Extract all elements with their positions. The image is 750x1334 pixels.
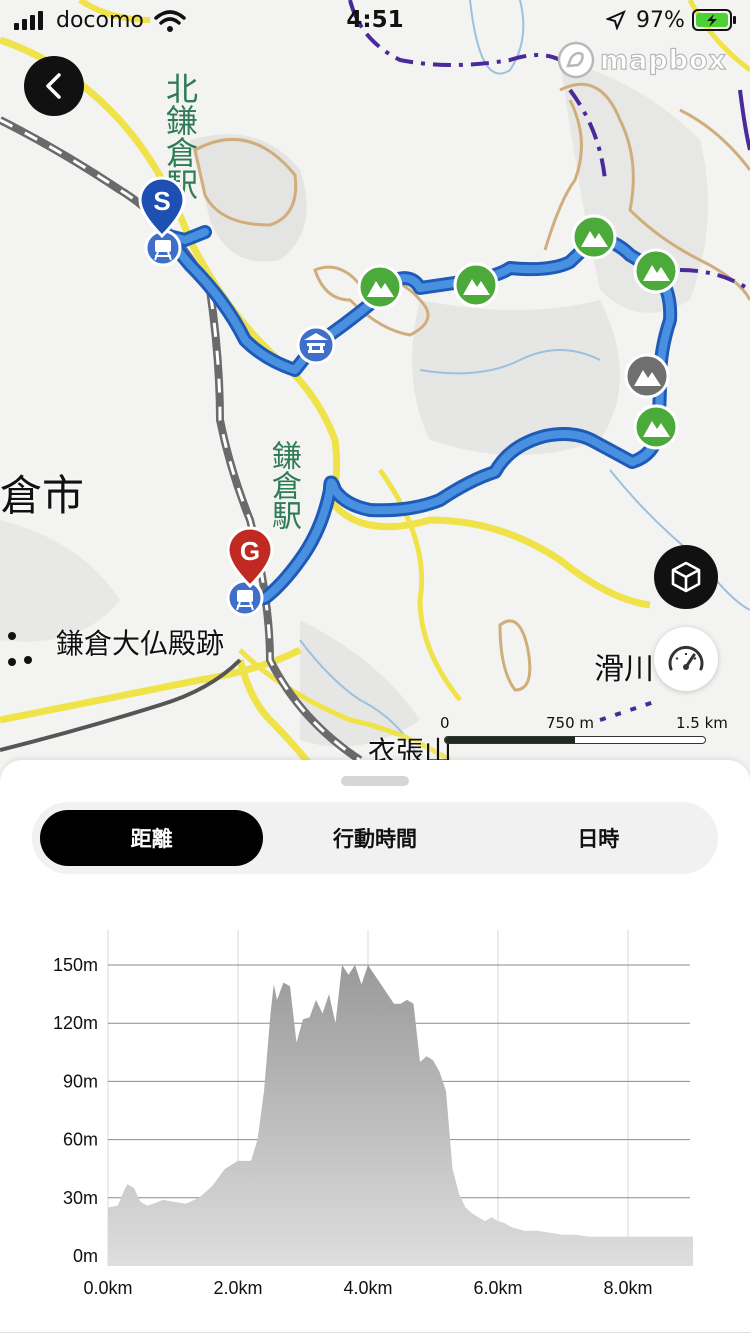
map-scale: 0 750 m 1.5 km bbox=[440, 714, 730, 754]
scale-label-max: 1.5 km bbox=[676, 714, 728, 732]
mapbox-wordmark: mapbox bbox=[599, 44, 727, 76]
scale-label-mid: 750 m bbox=[546, 714, 595, 732]
x-tick-label: 0.0km bbox=[83, 1278, 132, 1298]
y-tick-label: 30m bbox=[63, 1188, 98, 1208]
3d-view-button[interactable] bbox=[654, 545, 718, 609]
y-tick-label: 0m bbox=[73, 1246, 98, 1266]
y-tick-label: 60m bbox=[63, 1130, 98, 1150]
y-tick-label: 150m bbox=[53, 955, 98, 975]
back-button[interactable] bbox=[24, 56, 84, 116]
tab-datetime[interactable]: 日時 bbox=[487, 810, 710, 866]
speed-button[interactable] bbox=[654, 627, 718, 691]
speedometer-icon bbox=[668, 646, 704, 671]
x-tick-label: 2.0km bbox=[213, 1278, 262, 1298]
elevation-area bbox=[108, 965, 693, 1266]
location-arrow-icon bbox=[606, 10, 626, 30]
mapbox-logo-icon bbox=[557, 41, 595, 79]
tab-distance[interactable]: 距離 bbox=[40, 810, 264, 866]
bottom-sheet[interactable]: 距離 行動時間 日時 0.0km 2.0km 4.0km 6.0km 8.0km 0m 30… bbox=[0, 760, 750, 1334]
scale-bar bbox=[444, 736, 706, 744]
map-dot bbox=[24, 656, 32, 664]
scale-label-zero: 0 bbox=[440, 714, 450, 732]
segmented-control: 距離 行動時間 日時 bbox=[32, 802, 718, 874]
status-bar: docomo 4:51 97% bbox=[0, 0, 750, 44]
battery-charging-icon bbox=[692, 9, 736, 31]
chevron-left-icon bbox=[46, 73, 61, 99]
sheet-drag-handle[interactable] bbox=[341, 776, 409, 786]
x-tick-label: 6.0km bbox=[473, 1278, 522, 1298]
cube-icon bbox=[671, 561, 701, 593]
map-label-kitakamakura: 北鎌倉駅 bbox=[161, 72, 199, 200]
map-dot bbox=[8, 658, 16, 666]
mapbox-attribution[interactable]: mapbox bbox=[556, 40, 727, 80]
map-label-daibutsuden: 鎌倉大仏殿跡 bbox=[56, 627, 225, 660]
tab-action-time[interactable]: 行動時間 bbox=[263, 810, 486, 866]
y-tick-label: 120m bbox=[53, 1013, 98, 1033]
x-tick-label: 8.0km bbox=[603, 1278, 652, 1298]
map-dot bbox=[8, 632, 16, 640]
map-label-kamakura-station: 鎌倉駅 bbox=[266, 440, 301, 530]
route-map[interactable]: 北鎌倉駅 鎌倉駅 倉市 鎌倉大仏殿跡 滑川 衣張山 S G docomo 4:5… bbox=[0, 0, 750, 790]
y-tick-label: 90m bbox=[63, 1071, 98, 1091]
map-label-city: 倉市 bbox=[0, 471, 85, 520]
map-label-namerikawa: 滑川 bbox=[594, 652, 654, 687]
battery-percent: 97% bbox=[636, 8, 685, 33]
elevation-chart[interactable]: 0.0km 2.0km 4.0km 6.0km 8.0km 0m 30m 60m 90m 120m… bbox=[0, 910, 750, 1330]
x-tick-label: 4.0km bbox=[343, 1278, 392, 1298]
divider bbox=[0, 1332, 750, 1333]
